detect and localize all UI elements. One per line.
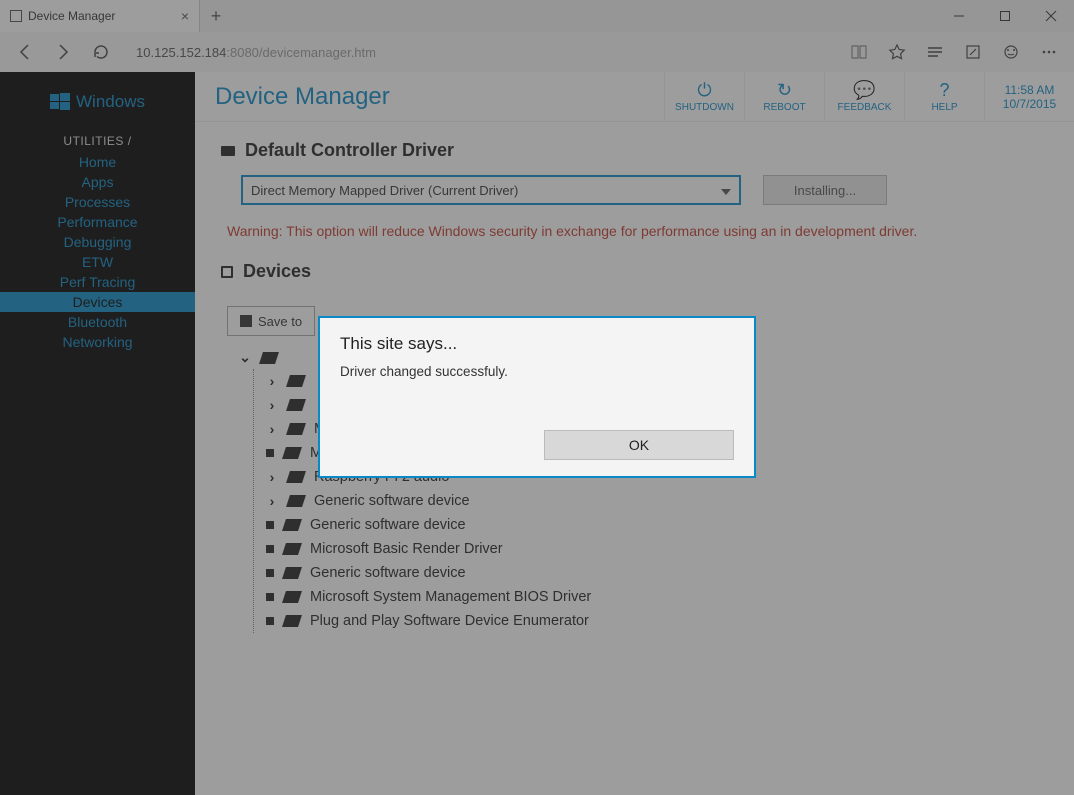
dialog-ok-button[interactable]: OK: [544, 430, 734, 460]
alert-dialog: This site says... Driver changed success…: [318, 316, 756, 478]
dialog-message: Driver changed successfuly.: [340, 364, 734, 379]
dialog-title: This site says...: [340, 334, 734, 354]
